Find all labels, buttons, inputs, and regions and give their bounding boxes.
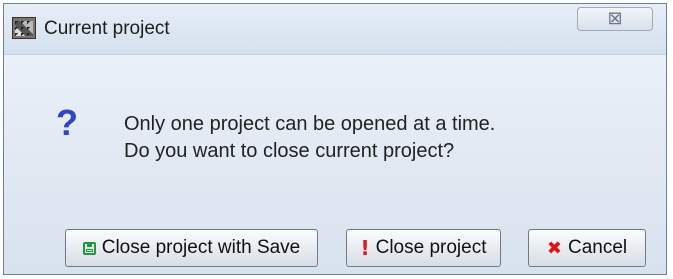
close-button[interactable]: ⊠	[577, 7, 653, 31]
close-project-button[interactable]: ! Close project	[346, 229, 501, 267]
close-icon: ⊠	[607, 8, 623, 29]
title-bar[interactable]: Current project ⊠	[4, 4, 666, 55]
dialog-body: ? Only one project can be opened at a ti…	[4, 55, 666, 274]
close-project-with-save-button[interactable]: Close project with Save	[65, 229, 318, 267]
exclamation-icon: !	[360, 236, 370, 260]
close-project-with-save-label: Close project with Save	[101, 237, 301, 258]
message-line-2: Do you want to close current project?	[124, 140, 455, 162]
message-line-1: Only one project can be opened at a time…	[124, 113, 496, 135]
close-project-label: Close project	[375, 237, 487, 258]
cancel-button[interactable]: ✖ Cancel	[528, 229, 646, 267]
floppy-disk-icon	[82, 241, 96, 255]
message-text: Only one project can be opened at a time…	[124, 111, 495, 165]
dialog-title: Current project	[44, 18, 170, 39]
cancel-label: Cancel	[567, 237, 628, 258]
confirm-dialog: Current project ⊠ ? Only one project can…	[3, 3, 667, 275]
project-app-icon	[12, 17, 36, 39]
x-icon: ✖	[546, 237, 562, 259]
question-icon: ?	[56, 102, 78, 143]
